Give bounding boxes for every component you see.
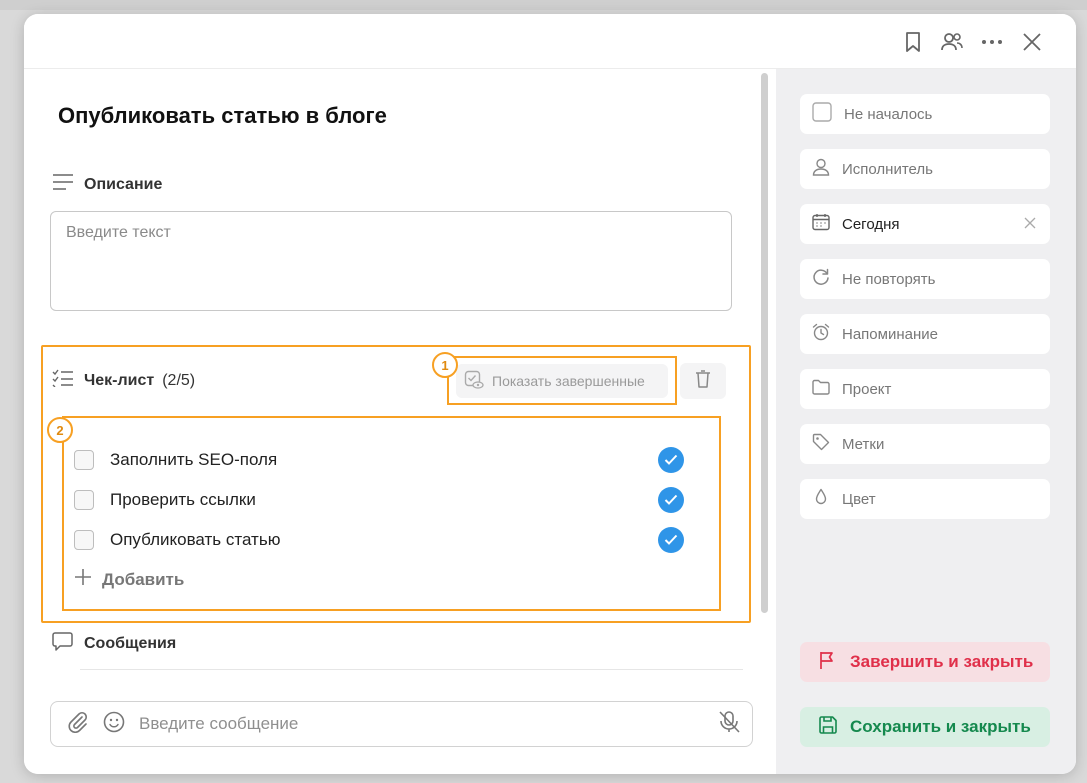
show-completed-highlight [447,356,677,405]
attachment-icon[interactable] [67,711,89,738]
checklist-item-text[interactable]: Проверить ссылки [110,490,658,510]
sidebar-item-label: Метки [842,435,885,453]
checklist-item-text[interactable]: Заполнить SEO-поля [110,450,658,470]
sidebar-item-label: Не повторять [842,270,936,288]
checklist-item-checkbox[interactable] [74,530,94,550]
drop-icon [812,488,830,510]
task-sidebar: Не началось Исполнитель Сегодня Не повто… [776,69,1076,774]
sidebar-item-tags[interactable]: Метки [800,424,1050,464]
messages-heading: Сообщения [52,631,176,656]
sidebar-item-label: Сегодня [842,215,900,233]
checklist-item: Заполнить SEO-поля [74,445,684,475]
task-modal: Опубликовать статью в блоге Описание Вве… [24,14,1076,774]
done-check-icon[interactable] [658,527,684,553]
alarm-icon [812,323,830,345]
save-disk-icon [818,715,838,740]
checklist-heading-label: Чек-лист [84,371,155,389]
folder-icon [812,379,830,399]
trash-icon [695,369,711,394]
status-checkbox-icon [812,102,832,126]
description-heading-label: Описание [84,175,163,193]
complete-and-close-label: Завершить и закрыть [850,652,1034,671]
done-check-icon[interactable] [658,447,684,473]
description-heading: Описание [52,173,162,196]
checklist-item-checkbox[interactable] [74,490,94,510]
clear-date-icon[interactable] [1024,216,1036,233]
checklist-icon [52,369,74,392]
add-checklist-item-button[interactable]: Добавить [74,568,184,591]
message-composer [50,701,753,747]
save-and-close-label: Сохранить и закрыть [850,717,1031,736]
messages-heading-label: Сообщения [84,634,177,652]
checklist-item: Опубликовать статью [74,525,684,555]
chat-bubble-icon [52,631,74,656]
annotation-badge-2: 2 [47,417,73,443]
task-title[interactable]: Опубликовать статью в блоге [58,103,387,129]
done-check-icon[interactable] [658,487,684,513]
calendar-icon [812,213,830,235]
modal-header [24,14,1076,69]
bookmark-icon[interactable] [899,28,927,56]
description-field[interactable]: Введите текст [50,211,732,311]
sidebar-item-status[interactable]: Не началось [800,94,1050,134]
sidebar-item-label: Не началось [844,105,933,123]
emoji-icon[interactable] [103,711,125,738]
mic-off-icon[interactable] [718,710,740,739]
description-placeholder: Введите текст [66,224,171,241]
sidebar-item-label: Цвет [842,490,876,508]
close-icon[interactable] [1018,28,1046,56]
sidebar-item-label: Проект [842,380,892,398]
sidebar-item-repeat[interactable]: Не повторять [800,259,1050,299]
annotation-badge-1: 1 [432,352,458,378]
delete-checklist-button[interactable] [680,363,726,399]
tag-icon [812,433,830,455]
sidebar-item-label: Исполнитель [842,160,933,178]
person-icon [812,158,830,180]
flag-icon [818,650,838,675]
checklist-heading: Чек-лист (2/5) [52,369,195,392]
sidebar-item-project[interactable]: Проект [800,369,1050,409]
complete-and-close-button[interactable]: Завершить и закрыть [800,642,1050,682]
checklist-item: Проверить ссылки [74,485,684,515]
checklist-item-checkbox[interactable] [74,450,94,470]
checklist-count: (2/5) [162,371,196,389]
task-main-panel: Опубликовать статью в блоге Описание Вве… [24,69,774,774]
checklist-item-text[interactable]: Опубликовать статью [110,530,658,550]
plus-icon [74,568,92,591]
sidebar-item-assignee[interactable]: Исполнитель [800,149,1050,189]
sidebar-item-reminder[interactable]: Напоминание [800,314,1050,354]
messages-divider [80,669,743,670]
message-input[interactable] [139,714,679,734]
sidebar-item-date[interactable]: Сегодня [800,204,1050,244]
sidebar-item-label: Напоминание [842,325,938,343]
save-and-close-button[interactable]: Сохранить и закрыть [800,707,1050,747]
description-lines-icon [52,173,74,196]
add-checklist-item-label: Добавить [102,569,185,589]
scrollbar[interactable] [761,73,768,613]
more-icon[interactable] [978,28,1006,56]
repeat-icon [812,268,830,290]
sidebar-item-color[interactable]: Цвет [800,479,1050,519]
backdrop [0,0,1087,10]
users-icon[interactable] [938,28,966,56]
